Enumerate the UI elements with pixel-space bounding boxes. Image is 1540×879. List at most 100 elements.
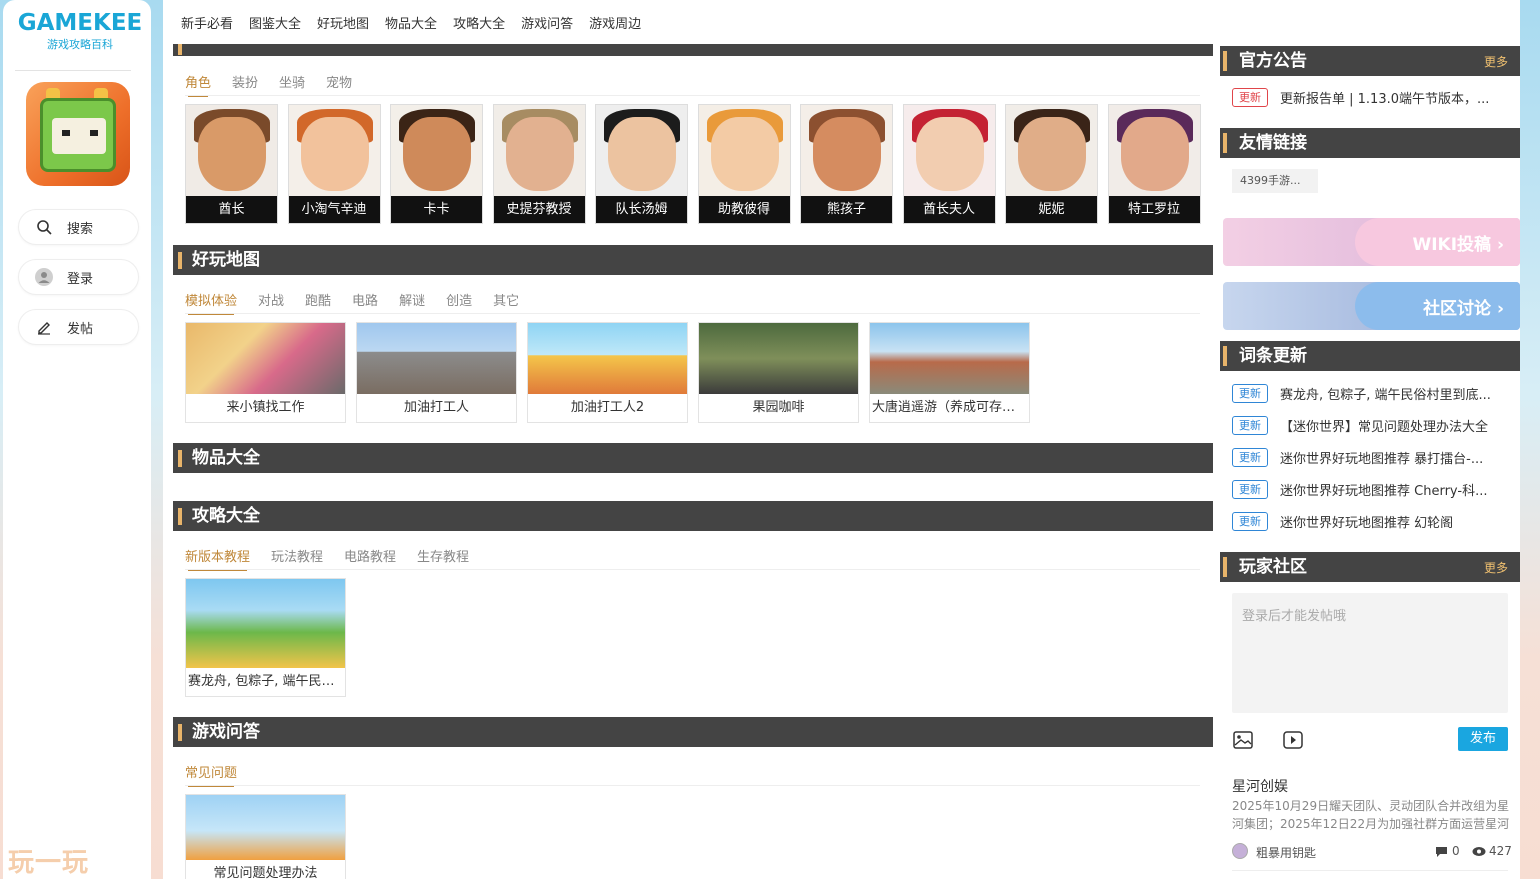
character-card[interactable]: 小淘气辛迪 xyxy=(287,104,381,224)
links-header: 友情链接 xyxy=(1220,128,1520,158)
char-face xyxy=(1018,117,1086,191)
update-item[interactable]: 更新 赛龙舟, 包粽子, 端午民俗村里到底... xyxy=(1232,384,1512,403)
nav-tujian[interactable]: 图鉴大全 xyxy=(249,13,301,32)
post-title[interactable]: 星河创娱 xyxy=(1232,776,1288,796)
community-more-link[interactable]: 更多 xyxy=(1484,559,1508,576)
guide-title: 赛龙舟, 包粽子, 端午民俗... xyxy=(188,674,345,689)
tab-simulation[interactable]: 模拟体验 xyxy=(185,290,237,315)
tab-faq[interactable]: 常见问题 xyxy=(185,762,237,787)
character-card[interactable]: 史提芬教授 xyxy=(492,104,586,224)
map-card[interactable]: 大唐逍遥游（养成可存档） xyxy=(869,322,1030,423)
wiki-submit-banner[interactable]: WIKI投稿 › xyxy=(1223,218,1520,266)
announce-title: 官方公告 xyxy=(1239,51,1307,71)
maps-tabs: 模拟体验 对战 跑酷 电路 解谜 创造 其它 xyxy=(185,290,540,315)
update-item[interactable]: 更新 迷你世界好玩地图推荐 幻轮阁 xyxy=(1232,512,1512,531)
nav-maps[interactable]: 好玩地图 xyxy=(317,13,369,32)
character-name: 酋长 xyxy=(186,196,277,223)
char-face xyxy=(915,117,984,191)
nav-beginner[interactable]: 新手必看 xyxy=(181,13,233,32)
tab-parkour[interactable]: 跑酷 xyxy=(305,290,331,315)
tab-gameplay[interactable]: 玩法教程 xyxy=(271,546,323,571)
tab-role[interactable]: 角色 xyxy=(185,72,211,97)
eye-left xyxy=(62,130,70,136)
updates-header: 词条更新 xyxy=(1220,341,1520,371)
character-name: 助教彼得 xyxy=(698,196,790,223)
map-thumbnail xyxy=(528,323,687,394)
tab-other[interactable]: 其它 xyxy=(493,290,519,315)
tab-divider xyxy=(185,785,1200,786)
site-logo[interactable]: GAMEKEE 游戏攻略百科 xyxy=(15,8,145,52)
announce-item[interactable]: 更新 更新报告单 | 1.13.0端午节版本，... xyxy=(1232,88,1512,107)
publish-button[interactable]: 发布 xyxy=(1458,727,1508,751)
map-card[interactable]: 加油打工人2 xyxy=(527,322,688,423)
post-body: 2025年10月29日耀天团队、灵动团队合并改组为星河集团；2025年12日22… xyxy=(1232,799,1510,831)
community-title: 玩家社区 xyxy=(1239,557,1307,577)
update-text: 迷你世界好玩地图推荐 Cherry-科... xyxy=(1280,484,1488,499)
character-card[interactable]: 助教彼得 xyxy=(697,104,791,224)
tab-survival[interactable]: 生存教程 xyxy=(417,546,469,571)
map-card[interactable]: 果园咖啡 xyxy=(698,322,859,423)
post-input[interactable]: 登录后才能发帖哦 xyxy=(1232,593,1508,713)
character-card[interactable]: 特工罗拉 xyxy=(1107,104,1201,224)
update-item[interactable]: 更新 迷你世界好玩地图推荐 暴打擂台-... xyxy=(1232,448,1512,467)
char-face xyxy=(608,117,676,191)
login-button[interactable]: 登录 xyxy=(18,259,139,295)
character-card[interactable]: 熊孩子 xyxy=(800,104,893,224)
qa-card[interactable]: 常见问题处理办法 xyxy=(185,794,346,879)
tab-battle[interactable]: 对战 xyxy=(258,290,284,315)
character-name: 队长汤姆 xyxy=(596,196,687,223)
section-accent-bar xyxy=(1223,51,1227,71)
map-thumbnail xyxy=(186,323,345,394)
tab-new-version[interactable]: 新版本教程 xyxy=(185,546,250,571)
nav-guides[interactable]: 攻略大全 xyxy=(453,13,505,32)
section-header-guides: 攻略大全 xyxy=(173,501,1213,531)
search-button[interactable]: 搜索 xyxy=(18,209,139,245)
user-avatar-icon xyxy=(35,268,53,286)
tab-divider xyxy=(185,95,1200,96)
edit-icon xyxy=(35,318,53,336)
map-title: 来小镇找工作 xyxy=(226,400,305,415)
nav-qa[interactable]: 游戏问答 xyxy=(521,13,573,32)
update-badge: 更新 xyxy=(1232,384,1268,403)
update-item[interactable]: 更新 迷你世界好玩地图推荐 Cherry-科... xyxy=(1232,480,1512,499)
qa-thumbnail xyxy=(186,795,345,860)
tab-mount[interactable]: 坐骑 xyxy=(279,72,305,97)
game-avatar-icon[interactable] xyxy=(26,82,130,186)
character-card[interactable]: 酋长夫人 xyxy=(902,104,996,224)
page-scrollbar[interactable] xyxy=(1520,0,1540,879)
tab-create[interactable]: 创造 xyxy=(446,290,472,315)
character-card[interactable]: 队长汤姆 xyxy=(595,104,688,224)
map-card[interactable]: 来小镇找工作 xyxy=(185,322,346,423)
logo-text: GAMEKEE xyxy=(17,10,143,36)
author-name[interactable]: 粗暴用钥匙 xyxy=(1256,844,1316,861)
guide-card[interactable]: 赛龙舟, 包粽子, 端午民俗... xyxy=(185,578,346,697)
community-banner[interactable]: 社区讨论 › xyxy=(1223,282,1520,330)
guides-tabs: 新版本教程 玩法教程 电路教程 生存教程 xyxy=(185,546,490,571)
post-button[interactable]: 发帖 xyxy=(18,309,139,345)
main-content: 新手必看 图鉴大全 好玩地图 物品大全 攻略大全 游戏问答 游戏周边 角色 装扮… xyxy=(163,0,1520,879)
character-card[interactable]: 妮妮 xyxy=(1005,104,1098,224)
nav-merch[interactable]: 游戏周边 xyxy=(589,13,641,32)
image-upload-icon[interactable] xyxy=(1233,731,1253,753)
tab-pet[interactable]: 宠物 xyxy=(326,72,352,97)
character-card[interactable]: 卡卡 xyxy=(390,104,483,224)
tab-puzzle[interactable]: 解谜 xyxy=(399,290,425,315)
friend-link[interactable]: 4399手游... xyxy=(1232,169,1318,193)
announce-header: 官方公告 更多 xyxy=(1220,46,1520,76)
tab-circuit[interactable]: 电路 xyxy=(352,290,378,315)
author-avatar[interactable] xyxy=(1232,843,1248,859)
announce-text: 更新报告单 | 1.13.0端午节版本，... xyxy=(1280,92,1490,107)
video-upload-icon[interactable] xyxy=(1283,731,1303,753)
map-card[interactable]: 加油打工人 xyxy=(356,322,517,423)
announce-more-link[interactable]: 更多 xyxy=(1484,53,1508,70)
character-name: 酋长夫人 xyxy=(903,196,995,223)
update-badge: 更新 xyxy=(1232,416,1268,435)
tab-circuit-guide[interactable]: 电路教程 xyxy=(344,546,396,571)
update-item[interactable]: 更新 【迷你世界】常见问题处理办法大全 xyxy=(1232,416,1512,435)
character-card[interactable]: 酋长 xyxy=(185,104,278,224)
tab-outfit[interactable]: 装扮 xyxy=(232,72,258,97)
nav-items[interactable]: 物品大全 xyxy=(385,13,437,32)
section-header-qa: 游戏问答 xyxy=(173,717,1213,747)
post-meta: 粗暴用钥匙 0 427 xyxy=(1232,843,1512,861)
section-title: 攻略大全 xyxy=(192,506,260,526)
